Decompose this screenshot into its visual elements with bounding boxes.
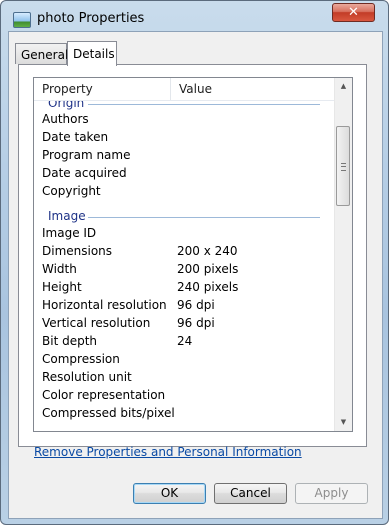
- group-header-origin[interactable]: Origin: [48, 101, 84, 110]
- property-name: Color representation: [42, 388, 166, 402]
- list-item[interactable]: Authors: [34, 110, 334, 128]
- group-header-image[interactable]: Image: [48, 209, 86, 223]
- property-name: Height: [42, 280, 82, 294]
- vertical-scrollbar[interactable]: ▲ ▼: [334, 78, 352, 431]
- scroll-thumb[interactable]: [336, 126, 350, 206]
- group-divider-image: [88, 217, 320, 218]
- list-item[interactable]: Program name: [34, 146, 334, 164]
- list-item[interactable]: Compressed bits/pixel: [34, 404, 334, 422]
- property-value: 200 pixels: [177, 262, 239, 276]
- property-value: 96 dpi: [177, 298, 215, 312]
- property-name: Program name: [42, 148, 131, 162]
- property-name: Vertical resolution: [42, 316, 151, 330]
- property-name: Compression: [42, 352, 120, 366]
- property-value: 96 dpi: [177, 316, 215, 330]
- list-item[interactable]: Image ID: [34, 224, 334, 242]
- list-item[interactable]: Date taken: [34, 128, 334, 146]
- apply-button[interactable]: Apply: [295, 483, 368, 504]
- property-name: Horizontal resolution: [42, 298, 167, 312]
- property-name: Date taken: [42, 130, 109, 144]
- grip-icon: [341, 163, 346, 171]
- property-name: Width: [42, 262, 77, 276]
- group-divider-origin: [88, 104, 320, 105]
- list-item[interactable]: Resolution unit: [34, 368, 334, 386]
- list-item[interactable]: Dimensions 200 x 240: [34, 242, 334, 260]
- list-item[interactable]: Date acquired: [34, 164, 334, 182]
- property-value: 200 x 240: [177, 244, 238, 258]
- cancel-button[interactable]: Cancel: [214, 483, 287, 504]
- property-name: Dimensions: [42, 244, 113, 258]
- property-rows: Origin Authors Date taken Program name D…: [34, 101, 334, 431]
- scroll-up-arrow-icon[interactable]: ▲: [335, 78, 352, 95]
- photo-file-icon: [13, 12, 31, 28]
- properties-list[interactable]: Property Value Origin Authors Date taken…: [33, 77, 353, 432]
- ok-button[interactable]: OK: [133, 483, 206, 504]
- property-name: Image ID: [42, 226, 97, 240]
- column-header-property[interactable]: Property: [34, 78, 171, 100]
- close-button[interactable]: ✕: [332, 3, 375, 22]
- tab-general[interactable]: General: [15, 43, 68, 64]
- property-name: Compressed bits/pixel: [42, 406, 175, 420]
- property-name: Authors: [42, 112, 89, 126]
- window-title: photo Properties: [37, 11, 145, 26]
- list-item[interactable]: Vertical resolution 96 dpi: [34, 314, 334, 332]
- property-name: Resolution unit: [42, 370, 132, 384]
- tab-details[interactable]: Details: [67, 41, 117, 66]
- list-item[interactable]: Horizontal resolution 96 dpi: [34, 296, 334, 314]
- list-item[interactable]: Bit depth 24: [34, 332, 334, 350]
- list-item[interactable]: Color representation: [34, 386, 334, 404]
- property-value: 24: [177, 334, 193, 348]
- property-name: Date acquired: [42, 166, 127, 180]
- column-header-value[interactable]: Value: [171, 78, 335, 100]
- list-item[interactable]: Compression: [34, 350, 334, 368]
- property-name: Bit depth: [42, 334, 98, 348]
- list-item[interactable]: Height 240 pixels: [34, 278, 334, 296]
- property-name: Copyright: [42, 184, 101, 198]
- property-value: 240 pixels: [177, 280, 239, 294]
- remove-properties-link[interactable]: Remove Properties and Personal Informati…: [34, 445, 302, 459]
- scroll-down-arrow-icon[interactable]: ▼: [335, 414, 352, 431]
- list-item[interactable]: Width 200 pixels: [34, 260, 334, 278]
- list-item[interactable]: Copyright: [34, 182, 334, 200]
